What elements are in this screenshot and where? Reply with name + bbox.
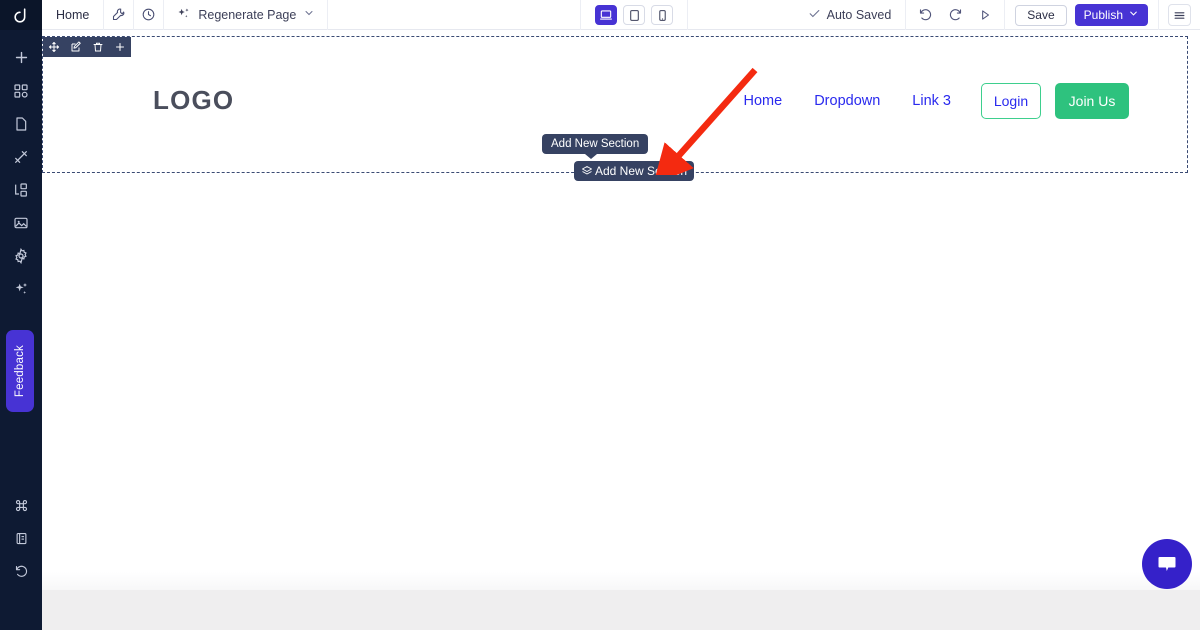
- sidebar-item-sections[interactable]: [0, 74, 42, 107]
- undo-icon[interactable]: [912, 4, 938, 26]
- plus-icon[interactable]: [109, 37, 131, 57]
- history-controls: [906, 0, 1006, 30]
- wrench-icon[interactable]: [104, 0, 135, 30]
- layers-stack-icon: [581, 165, 593, 177]
- device-preview-switcher: [580, 0, 688, 30]
- chevron-down-icon: [1128, 8, 1139, 22]
- add-new-section-tooltip: Add New Section: [542, 134, 649, 159]
- sidebar-bottom-tools: [0, 489, 42, 588]
- sidebar-item-media[interactable]: [0, 206, 42, 239]
- device-mobile-button[interactable]: [651, 5, 673, 25]
- sidebar-item-ai-tools[interactable]: [0, 272, 42, 305]
- top-toolbar: Home Regenerate Page Auto Saved Save Pub…: [42, 0, 1200, 30]
- move-arrows-icon[interactable]: [43, 37, 65, 57]
- feedback-button[interactable]: Feedback: [6, 330, 34, 412]
- sidebar-item-docs[interactable]: [0, 522, 42, 555]
- sidebar-item-settings[interactable]: [0, 239, 42, 272]
- regenerate-page-label: Regenerate Page: [198, 7, 297, 22]
- top-toolbar-right: Auto Saved Save Publish: [794, 0, 1200, 30]
- add-new-section-button[interactable]: Add New Section: [574, 161, 695, 181]
- clock-icon[interactable]: [134, 0, 165, 30]
- autosave-label: Auto Saved: [826, 8, 892, 22]
- join-us-button[interactable]: Join Us: [1055, 83, 1129, 119]
- trash-icon[interactable]: [87, 37, 109, 57]
- sidebar-item-style[interactable]: [0, 140, 42, 173]
- save-button[interactable]: Save: [1015, 4, 1067, 26]
- chevron-down-icon: [303, 7, 315, 22]
- canvas-bottom-fade: [42, 572, 1200, 590]
- pencil-square-icon[interactable]: [65, 37, 87, 57]
- publish-actions: Save Publish: [1005, 0, 1159, 30]
- autosave-status: Auto Saved: [794, 0, 907, 30]
- site-navbar-right: Home Dropdown Link 3 Login Join Us: [728, 83, 1129, 119]
- nav-link-link-3[interactable]: Link 3: [896, 93, 967, 109]
- join-us-label: Join Us: [1068, 93, 1116, 109]
- save-label: Save: [1027, 8, 1055, 22]
- site-logo-text[interactable]: LOGO: [153, 85, 234, 116]
- nav-link-home[interactable]: Home: [728, 93, 799, 109]
- left-sidebar: Feedback: [0, 0, 42, 630]
- brand-logo[interactable]: [0, 0, 42, 30]
- add-new-section-label: Add New Section: [595, 164, 688, 178]
- page-canvas[interactable]: LOGO Home Dropdown Link 3 Login Join Us …: [42, 30, 1200, 630]
- sidebar-item-shortcuts[interactable]: [0, 489, 42, 522]
- sidebar-item-history[interactable]: [0, 555, 42, 588]
- publish-button[interactable]: Publish: [1074, 4, 1148, 26]
- page-name-label: Home: [56, 7, 90, 22]
- check-icon: [808, 7, 821, 23]
- feedback-label: Feedback: [14, 344, 26, 398]
- hamburger-icon[interactable]: [1168, 4, 1191, 26]
- redo-icon[interactable]: [942, 4, 968, 26]
- device-tablet-button[interactable]: [623, 5, 645, 25]
- sidebar-item-layers[interactable]: [0, 173, 42, 206]
- login-label: Login: [993, 93, 1029, 109]
- section-toolbar: [43, 37, 131, 57]
- login-button[interactable]: Login: [981, 83, 1041, 119]
- chat-bubble-icon[interactable]: [1142, 539, 1192, 589]
- sparkles-icon: [176, 6, 191, 24]
- sidebar-tools: [0, 41, 42, 305]
- publish-label: Publish: [1083, 8, 1123, 22]
- page-name-selector[interactable]: Home: [42, 0, 105, 30]
- device-desktop-button[interactable]: [595, 5, 617, 25]
- nav-link-dropdown[interactable]: Dropdown: [798, 93, 896, 109]
- canvas-footer-strip: [42, 590, 1200, 630]
- preview-play-icon[interactable]: [972, 4, 998, 26]
- regenerate-page-button[interactable]: Regenerate Page: [164, 0, 329, 30]
- sidebar-item-pages[interactable]: [0, 107, 42, 140]
- editor-window: Feedback Home Regenerate Page Auto Saved…: [0, 0, 1200, 630]
- sidebar-item-add-element[interactable]: [0, 41, 42, 74]
